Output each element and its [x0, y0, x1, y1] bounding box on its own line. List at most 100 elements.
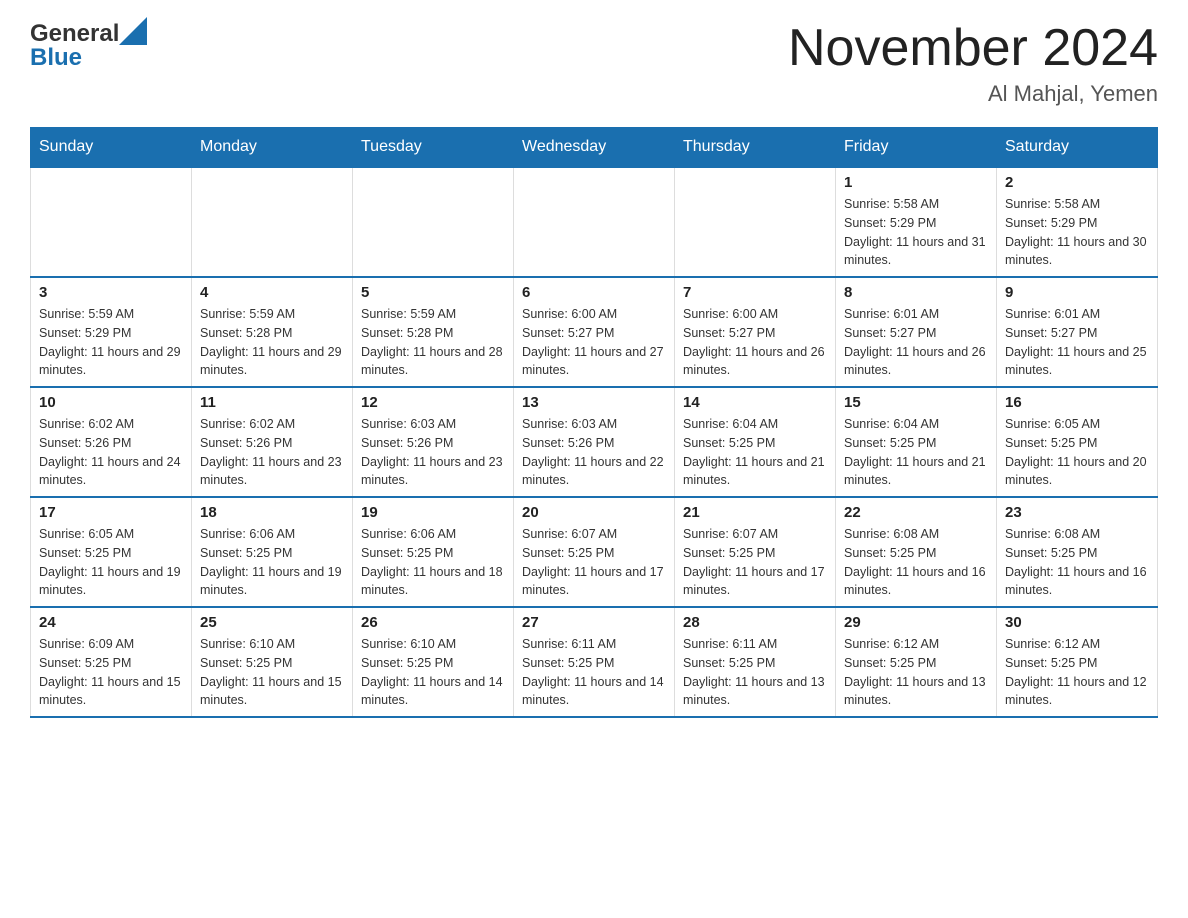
logo-blue-text: Blue	[30, 44, 82, 71]
day-number: 4	[200, 284, 344, 301]
day-info: Sunrise: 6:04 AM Sunset: 5:25 PM Dayligh…	[683, 415, 827, 490]
day-info: Sunrise: 6:02 AM Sunset: 5:26 PM Dayligh…	[200, 415, 344, 490]
day-number: 7	[683, 284, 827, 301]
day-info: Sunrise: 6:09 AM Sunset: 5:25 PM Dayligh…	[39, 635, 183, 710]
title-section: November 2024 Al Mahjal, Yemen	[788, 20, 1158, 107]
day-number: 24	[39, 614, 183, 631]
day-info: Sunrise: 6:06 AM Sunset: 5:25 PM Dayligh…	[361, 525, 505, 600]
calendar-cell: 8 Sunrise: 6:01 AM Sunset: 5:27 PM Daylig…	[836, 277, 997, 387]
day-info: Sunrise: 6:12 AM Sunset: 5:25 PM Dayligh…	[844, 635, 988, 710]
day-info: Sunrise: 6:08 AM Sunset: 5:25 PM Dayligh…	[1005, 525, 1149, 600]
day-info: Sunrise: 6:00 AM Sunset: 5:27 PM Dayligh…	[522, 305, 666, 380]
column-header-tuesday: Tuesday	[353, 128, 514, 168]
calendar-cell: 9 Sunrise: 6:01 AM Sunset: 5:27 PM Daylig…	[997, 277, 1158, 387]
day-number: 26	[361, 614, 505, 631]
calendar-cell: 1 Sunrise: 5:58 AM Sunset: 5:29 PM Daylig…	[836, 167, 997, 277]
day-number: 8	[844, 284, 988, 301]
day-number: 6	[522, 284, 666, 301]
calendar-cell	[675, 167, 836, 277]
calendar-cell	[353, 167, 514, 277]
day-info: Sunrise: 6:00 AM Sunset: 5:27 PM Dayligh…	[683, 305, 827, 380]
day-number: 28	[683, 614, 827, 631]
calendar-cell: 10 Sunrise: 6:02 AM Sunset: 5:26 PM Dayli…	[31, 387, 192, 497]
day-number: 14	[683, 394, 827, 411]
calendar-cell: 11Sunrise: 6:02 AM Sunset: 5:26 PM Dayli…	[192, 387, 353, 497]
calendar-cell	[31, 167, 192, 277]
calendar-cell: 19Sunrise: 6:06 AM Sunset: 5:25 PM Dayli…	[353, 497, 514, 607]
calendar-week-row: 1 Sunrise: 5:58 AM Sunset: 5:29 PM Daylig…	[31, 167, 1158, 277]
day-number: 13	[522, 394, 666, 411]
day-info: Sunrise: 6:05 AM Sunset: 5:25 PM Dayligh…	[39, 525, 183, 600]
day-info: Sunrise: 6:07 AM Sunset: 5:25 PM Dayligh…	[683, 525, 827, 600]
calendar-week-row: 24 Sunrise: 6:09 AM Sunset: 5:25 PM Dayli…	[31, 607, 1158, 717]
calendar-cell: 27 Sunrise: 6:11 AM Sunset: 5:25 PM Dayli…	[514, 607, 675, 717]
day-number: 29	[844, 614, 988, 631]
logo-triangle-icon	[119, 17, 147, 45]
day-info: Sunrise: 5:58 AM Sunset: 5:29 PM Dayligh…	[844, 195, 988, 270]
header: General Blue November 2024 Al Mahjal, Ye…	[30, 20, 1158, 107]
day-number: 21	[683, 504, 827, 521]
calendar-week-row: 17 Sunrise: 6:05 AM Sunset: 5:25 PM Dayli…	[31, 497, 1158, 607]
day-info: Sunrise: 6:01 AM Sunset: 5:27 PM Dayligh…	[844, 305, 988, 380]
calendar-cell: 12Sunrise: 6:03 AM Sunset: 5:26 PM Dayli…	[353, 387, 514, 497]
day-number: 17	[39, 504, 183, 521]
logo: General Blue	[30, 20, 147, 72]
column-header-friday: Friday	[836, 128, 997, 168]
calendar-cell: 29 Sunrise: 6:12 AM Sunset: 5:25 PM Dayli…	[836, 607, 997, 717]
day-info: Sunrise: 5:58 AM Sunset: 5:29 PM Dayligh…	[1005, 195, 1149, 270]
day-number: 9	[1005, 284, 1149, 301]
calendar-table: SundayMondayTuesdayWednesdayThursdayFrid…	[30, 127, 1158, 718]
day-info: Sunrise: 6:04 AM Sunset: 5:25 PM Dayligh…	[844, 415, 988, 490]
calendar-cell: 25Sunrise: 6:10 AM Sunset: 5:25 PM Dayli…	[192, 607, 353, 717]
column-header-saturday: Saturday	[997, 128, 1158, 168]
column-header-monday: Monday	[192, 128, 353, 168]
day-info: Sunrise: 5:59 AM Sunset: 5:28 PM Dayligh…	[200, 305, 344, 380]
calendar-cell: 24 Sunrise: 6:09 AM Sunset: 5:25 PM Dayli…	[31, 607, 192, 717]
calendar-cell: 23Sunrise: 6:08 AM Sunset: 5:25 PM Dayli…	[997, 497, 1158, 607]
calendar-cell: 14 Sunrise: 6:04 AM Sunset: 5:25 PM Dayli…	[675, 387, 836, 497]
day-number: 27	[522, 614, 666, 631]
calendar-cell: 7 Sunrise: 6:00 AM Sunset: 5:27 PM Daylig…	[675, 277, 836, 387]
calendar-week-row: 10 Sunrise: 6:02 AM Sunset: 5:26 PM Dayli…	[31, 387, 1158, 497]
calendar-cell: 22Sunrise: 6:08 AM Sunset: 5:25 PM Dayli…	[836, 497, 997, 607]
day-info: Sunrise: 6:11 AM Sunset: 5:25 PM Dayligh…	[522, 635, 666, 710]
day-info: Sunrise: 6:02 AM Sunset: 5:26 PM Dayligh…	[39, 415, 183, 490]
day-info: Sunrise: 5:59 AM Sunset: 5:28 PM Dayligh…	[361, 305, 505, 380]
column-header-thursday: Thursday	[675, 128, 836, 168]
day-number: 30	[1005, 614, 1149, 631]
calendar-cell: 17 Sunrise: 6:05 AM Sunset: 5:25 PM Dayli…	[31, 497, 192, 607]
calendar-cell: 4 Sunrise: 5:59 AM Sunset: 5:28 PM Daylig…	[192, 277, 353, 387]
calendar-header-row: SundayMondayTuesdayWednesdayThursdayFrid…	[31, 128, 1158, 168]
calendar-week-row: 3 Sunrise: 5:59 AM Sunset: 5:29 PM Daylig…	[31, 277, 1158, 387]
calendar-cell: 2 Sunrise: 5:58 AM Sunset: 5:29 PM Daylig…	[997, 167, 1158, 277]
day-number: 15	[844, 394, 988, 411]
day-number: 18	[200, 504, 344, 521]
day-info: Sunrise: 6:03 AM Sunset: 5:26 PM Dayligh…	[522, 415, 666, 490]
column-header-sunday: Sunday	[31, 128, 192, 168]
column-header-wednesday: Wednesday	[514, 128, 675, 168]
calendar-cell: 3 Sunrise: 5:59 AM Sunset: 5:29 PM Daylig…	[31, 277, 192, 387]
day-number: 1	[844, 174, 988, 191]
calendar-cell: 16 Sunrise: 6:05 AM Sunset: 5:25 PM Dayli…	[997, 387, 1158, 497]
calendar-cell: 18 Sunrise: 6:06 AM Sunset: 5:25 PM Dayli…	[192, 497, 353, 607]
calendar-cell: 13 Sunrise: 6:03 AM Sunset: 5:26 PM Dayli…	[514, 387, 675, 497]
day-number: 25	[200, 614, 344, 631]
day-info: Sunrise: 6:01 AM Sunset: 5:27 PM Dayligh…	[1005, 305, 1149, 380]
day-info: Sunrise: 6:05 AM Sunset: 5:25 PM Dayligh…	[1005, 415, 1149, 490]
day-number: 12	[361, 394, 505, 411]
day-info: Sunrise: 6:06 AM Sunset: 5:25 PM Dayligh…	[200, 525, 344, 600]
day-number: 16	[1005, 394, 1149, 411]
day-number: 2	[1005, 174, 1149, 191]
day-info: Sunrise: 6:11 AM Sunset: 5:25 PM Dayligh…	[683, 635, 827, 710]
day-info: Sunrise: 6:10 AM Sunset: 5:25 PM Dayligh…	[361, 635, 505, 710]
subtitle: Al Mahjal, Yemen	[788, 81, 1158, 107]
day-number: 3	[39, 284, 183, 301]
day-number: 10	[39, 394, 183, 411]
day-number: 5	[361, 284, 505, 301]
calendar-cell: 5 Sunrise: 5:59 AM Sunset: 5:28 PM Daylig…	[353, 277, 514, 387]
day-info: Sunrise: 5:59 AM Sunset: 5:29 PM Dayligh…	[39, 305, 183, 380]
day-info: Sunrise: 6:12 AM Sunset: 5:25 PM Dayligh…	[1005, 635, 1149, 710]
calendar-cell: 28 Sunrise: 6:11 AM Sunset: 5:25 PM Dayli…	[675, 607, 836, 717]
day-info: Sunrise: 6:08 AM Sunset: 5:25 PM Dayligh…	[844, 525, 988, 600]
calendar-cell	[192, 167, 353, 277]
